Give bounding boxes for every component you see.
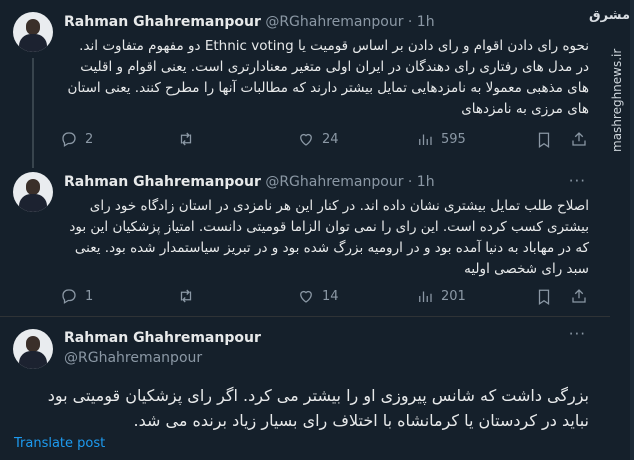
- reply-count: 2: [85, 131, 94, 147]
- like-button[interactable]: 14: [297, 287, 339, 305]
- tweet-text: اصلاح طلب تمایل بیشتری نشان داده اند. در…: [69, 198, 589, 277]
- timestamp[interactable]: · 1h: [408, 14, 435, 30]
- like-button[interactable]: 24: [297, 130, 339, 148]
- tweet-text: نحوه رای دادن اقوام و رای دادن بر اساس ق…: [67, 38, 589, 117]
- reply-count: 1: [85, 288, 94, 304]
- reply-button[interactable]: 1: [60, 287, 93, 305]
- share-icon: [572, 289, 586, 303]
- translate-link[interactable]: Translate post: [14, 436, 105, 451]
- reply-icon: [62, 289, 76, 304]
- share-icon: [572, 132, 586, 146]
- tweet-1[interactable]: Rahman Ghahremanpour @RGhahremanpour · 1…: [0, 0, 634, 168]
- like-icon: [300, 290, 312, 303]
- views-button[interactable]: 595: [416, 130, 466, 148]
- tweet-text: بزرگی داشت که شانس پیروزی او را بیشتر می…: [47, 386, 589, 430]
- avatar[interactable]: [13, 12, 53, 52]
- reply-button[interactable]: 2: [60, 130, 93, 148]
- author-name[interactable]: Rahman Ghahremanpour: [64, 174, 261, 190]
- author-handle[interactable]: @RGhahremanpour: [265, 174, 403, 190]
- tweet-actions: 2 24 595: [60, 130, 480, 150]
- timestamp[interactable]: · 1h: [408, 174, 435, 190]
- views-count: 595: [441, 131, 466, 147]
- avatar[interactable]: [13, 172, 53, 212]
- reply-icon: [62, 132, 76, 147]
- more-icon[interactable]: ···: [569, 172, 586, 190]
- avatar[interactable]: [13, 329, 53, 369]
- repost-icon: [180, 132, 192, 146]
- share-button[interactable]: [570, 130, 588, 152]
- views-icon: [419, 291, 432, 302]
- bookmark-button[interactable]: [536, 288, 552, 310]
- views-button[interactable]: 201: [416, 287, 466, 305]
- repost-button[interactable]: [177, 287, 195, 305]
- tweet-actions: 1 14 201: [60, 287, 480, 307]
- scrollbar[interactable]: [630, 0, 634, 460]
- views-icon: [419, 134, 432, 145]
- author-handle[interactable]: @RGhahremanpour: [265, 14, 403, 30]
- repost-button[interactable]: [177, 130, 195, 148]
- author-handle[interactable]: @RGhahremanpour: [64, 350, 261, 366]
- more-icon[interactable]: ···: [569, 325, 586, 343]
- tweet-2[interactable]: ··· Rahman Ghahremanpour @RGhahremanpour…: [0, 160, 634, 320]
- bookmark-button[interactable]: [536, 131, 552, 153]
- thread-line: [32, 58, 34, 168]
- author-name[interactable]: Rahman Ghahremanpour: [64, 330, 261, 346]
- like-count: 14: [322, 288, 339, 304]
- like-icon: [300, 133, 312, 146]
- like-count: 24: [322, 131, 339, 147]
- views-count: 201: [441, 288, 466, 304]
- bookmark-icon: [538, 289, 550, 305]
- bookmark-icon: [538, 132, 550, 148]
- author-name[interactable]: Rahman Ghahremanpour: [64, 14, 261, 30]
- repost-icon: [180, 289, 192, 303]
- share-button[interactable]: [570, 287, 588, 309]
